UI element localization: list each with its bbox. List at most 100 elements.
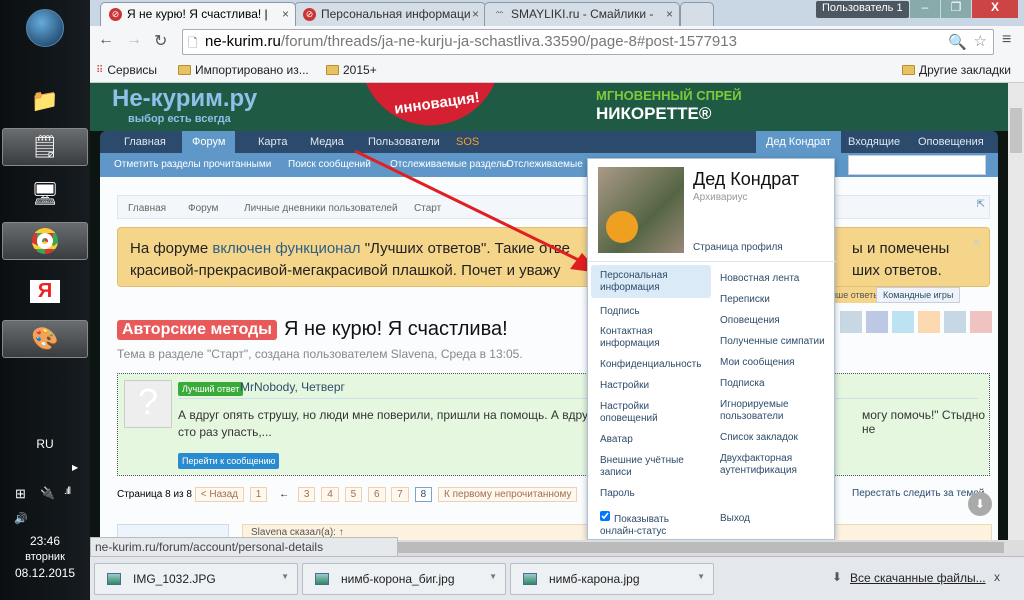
prev-page-button[interactable]: < Назад bbox=[194, 487, 245, 502]
breadcrumb-item[interactable]: Форум bbox=[188, 203, 218, 214]
ad-line1[interactable]: МГНОВЕННЫЙ СПРЕЙ bbox=[596, 88, 742, 103]
nav-user-menu[interactable]: Дед Кондрат bbox=[756, 131, 841, 153]
page-button[interactable]: 4 bbox=[321, 487, 339, 502]
first-unread-button[interactable]: К первому непрочитанному bbox=[437, 487, 578, 502]
menu-alerts[interactable]: Оповещения bbox=[720, 315, 780, 327]
tray-expand-icon[interactable]: ▶ bbox=[72, 463, 78, 472]
language-indicator[interactable]: RU bbox=[0, 437, 90, 451]
share-mail-icon[interactable] bbox=[944, 311, 966, 333]
close-downloads-button[interactable]: x bbox=[994, 570, 1000, 584]
jump-icon[interactable]: ⇱ bbox=[977, 199, 985, 210]
new-tab-button[interactable] bbox=[680, 2, 714, 26]
close-notice-icon[interactable]: × bbox=[972, 232, 981, 254]
menu-external-accounts[interactable]: Внешние учётные записи bbox=[600, 455, 700, 479]
share-ok-icon[interactable] bbox=[918, 311, 940, 333]
online-status-label[interactable]: Показывать онлайн-статус bbox=[600, 514, 700, 538]
menu-ignored-users[interactable]: Игнорируемые пользователи bbox=[720, 399, 810, 423]
close-tab-icon[interactable]: × bbox=[472, 7, 479, 21]
address-bar[interactable]: 🗋 ne-kurim.ru/forum/threads/ja-ne-kurju-j… bbox=[182, 29, 994, 55]
menu-likes-received[interactable]: Полученные симпатии bbox=[720, 336, 825, 348]
chrome-button[interactable] bbox=[2, 222, 88, 260]
answer-author[interactable]: MrNobody, Четверг bbox=[240, 380, 345, 394]
watched-threads-link[interactable]: Отслеживаемые bbox=[506, 159, 583, 170]
menu-personal-info[interactable]: Персональная информация bbox=[600, 270, 700, 294]
share-gplus-icon[interactable] bbox=[970, 311, 992, 333]
page-button[interactable]: 6 bbox=[367, 487, 386, 502]
menu-bookmarks[interactable]: Список закладок bbox=[720, 432, 798, 444]
dropdown-arrow-icon[interactable]: ▼ bbox=[489, 572, 497, 581]
menu-subscription[interactable]: Подписка bbox=[720, 378, 765, 390]
all-downloads-link[interactable]: Все скачанные файлы... bbox=[850, 571, 986, 585]
download-item[interactable]: нимб-карона.jpg ▼ bbox=[510, 563, 714, 595]
thread-prefix[interactable]: Авторские методы bbox=[117, 320, 277, 340]
scroll-thumb[interactable] bbox=[398, 542, 1004, 553]
page-button[interactable]: 1 bbox=[249, 487, 268, 502]
download-item[interactable]: нимб-корона_биг.jpg ▼ bbox=[302, 563, 506, 595]
search-posts-link[interactable]: Поиск сообщений bbox=[288, 159, 371, 170]
forward-icon[interactable]: → bbox=[126, 31, 142, 49]
menu-news-feed[interactable]: Новостная лента bbox=[720, 273, 799, 285]
nav-alerts[interactable]: Оповещения bbox=[908, 131, 994, 153]
remote-desktop-button[interactable]: 🖥 bbox=[2, 175, 88, 213]
menu-signature[interactable]: Подпись bbox=[600, 306, 640, 318]
nav-inbox[interactable]: Входящие bbox=[838, 131, 910, 153]
close-tab-icon[interactable]: × bbox=[666, 7, 673, 21]
nav-media[interactable]: Медиа bbox=[300, 131, 354, 153]
bookmark-star-icon[interactable]: ☆ bbox=[974, 32, 987, 50]
site-logo[interactable]: Не-курим.ру bbox=[112, 85, 257, 113]
volume-icon[interactable]: 🔊 bbox=[14, 512, 28, 525]
menu-alert-preferences[interactable]: Настройки оповещений bbox=[600, 401, 680, 425]
tab-active[interactable]: ⊘ Я не курю! Я счастлива! | × bbox=[100, 2, 296, 26]
profile-page-link[interactable]: Страница профиля bbox=[693, 242, 783, 253]
watched-forums-link[interactable]: Отслеживаемые разделы bbox=[390, 159, 509, 170]
dropdown-arrow-icon[interactable]: ▼ bbox=[697, 572, 705, 581]
user-name[interactable]: Дед Кондрат bbox=[693, 169, 799, 190]
menu-preferences[interactable]: Настройки bbox=[600, 380, 649, 392]
user-avatar[interactable] bbox=[598, 167, 684, 253]
vertical-scrollbar[interactable] bbox=[1008, 83, 1024, 540]
other-bookmarks[interactable]: Другие закладки bbox=[902, 63, 1011, 77]
menu-contact-info[interactable]: Контактная информация bbox=[600, 326, 680, 350]
signal-icon[interactable]: .ıll bbox=[64, 486, 71, 497]
nav-forum[interactable]: Форум bbox=[182, 131, 236, 153]
scroll-down-icon[interactable]: ⬇ bbox=[968, 492, 992, 516]
share-vk-icon[interactable] bbox=[840, 311, 862, 333]
ad-badge[interactable]: инновация! bbox=[360, 83, 510, 135]
breadcrumb-item[interactable]: Личные дневники пользователей bbox=[244, 203, 398, 214]
nav-home[interactable]: Главная bbox=[114, 131, 176, 153]
profile-button[interactable]: Пользователь 1 bbox=[816, 1, 909, 18]
page-button[interactable]: 7 bbox=[391, 487, 409, 502]
breadcrumb-item[interactable]: Старт bbox=[414, 203, 441, 214]
menu-conversations[interactable]: Переписки bbox=[720, 294, 770, 306]
power-icon[interactable]: 🔌 bbox=[40, 486, 55, 500]
search-icon[interactable]: 🔍 bbox=[948, 33, 967, 51]
page-skip[interactable]: ← bbox=[279, 489, 289, 500]
horizontal-scrollbar[interactable] bbox=[398, 540, 1024, 556]
share-twitter-icon[interactable] bbox=[892, 311, 914, 333]
breadcrumb-item[interactable]: Главная bbox=[128, 203, 166, 214]
sticky-notes-button[interactable]: 🗒 bbox=[2, 128, 88, 166]
search-input[interactable] bbox=[848, 155, 986, 175]
menu-two-factor[interactable]: Двухфакторная аутентификация bbox=[720, 453, 820, 477]
page-button[interactable]: 5 bbox=[344, 487, 363, 502]
back-icon[interactable]: ← bbox=[98, 31, 114, 49]
nav-sos[interactable]: SOS bbox=[446, 131, 489, 153]
start-button[interactable] bbox=[2, 5, 88, 51]
scroll-thumb[interactable] bbox=[1010, 108, 1022, 153]
paint-button[interactable]: 🎨 bbox=[2, 320, 88, 358]
unwatch-thread-link[interactable]: Перестать следить за темой bbox=[852, 488, 984, 499]
close-tab-icon[interactable]: × bbox=[282, 7, 289, 21]
notice-link[interactable]: включен функционал bbox=[212, 240, 360, 257]
menu-logout[interactable]: Выход bbox=[720, 513, 750, 525]
reload-icon[interactable]: ↻ bbox=[154, 31, 167, 51]
minimize-button[interactable]: – bbox=[910, 0, 940, 18]
explorer-button[interactable]: 📁 bbox=[2, 82, 88, 120]
nav-users[interactable]: Пользователи bbox=[358, 131, 450, 153]
close-window-button[interactable]: X bbox=[972, 0, 1018, 18]
nav-map[interactable]: Карта bbox=[248, 131, 297, 153]
bookmark-folder[interactable]: 2015+ bbox=[326, 63, 377, 77]
dropdown-arrow-icon[interactable]: ▼ bbox=[281, 572, 289, 581]
tab-personal-info[interactable]: ⊘ Персональная информаци × bbox=[294, 2, 486, 26]
share-facebook-icon[interactable] bbox=[866, 311, 888, 333]
page-button[interactable]: 3 bbox=[297, 487, 316, 502]
